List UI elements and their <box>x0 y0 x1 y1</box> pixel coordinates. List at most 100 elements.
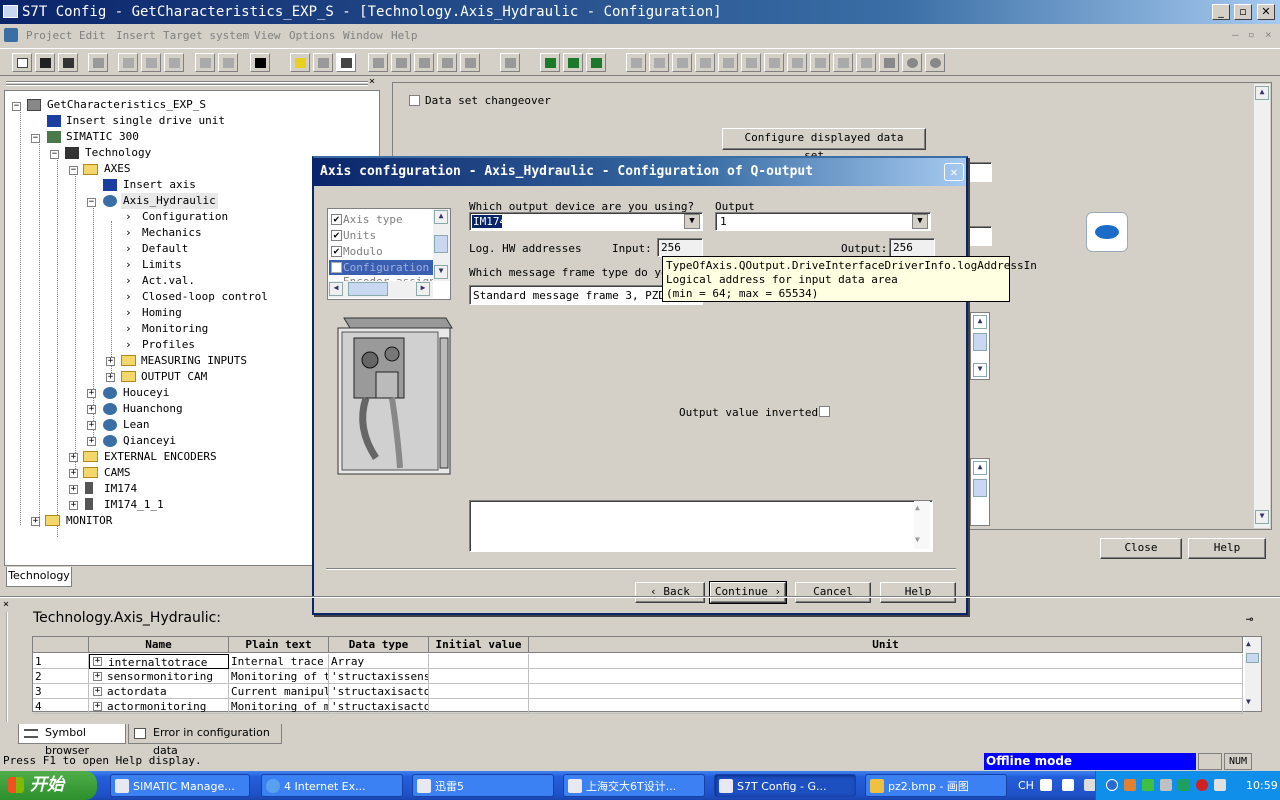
continue-button[interactable]: Continue › <box>709 581 787 604</box>
expand-toggle[interactable]: + <box>31 517 40 526</box>
record-icon-2[interactable] <box>925 53 945 72</box>
row-name[interactable]: actordata <box>89 684 229 699</box>
pin-icon[interactable]: ⊸ <box>1246 612 1253 626</box>
back-button[interactable]: ‹ Back <box>635 582 705 603</box>
dataset-changeover-checkbox[interactable] <box>409 95 420 106</box>
col-header-plain[interactable]: Plain text <box>229 637 329 653</box>
function-generator-icon[interactable] <box>586 53 606 72</box>
expand-toggle[interactable]: + <box>69 453 78 462</box>
tree-item-simatic300[interactable]: SIMATIC 300 <box>66 129 139 145</box>
tree-item-mechanics[interactable]: Mechanics <box>142 225 202 241</box>
tab-technology[interactable]: Technology <box>6 567 72 587</box>
tree-item-configuration[interactable]: Configuration <box>142 209 228 225</box>
row-name[interactable]: sensormonitoring <box>89 669 229 684</box>
tree-item-limits[interactable]: Limits <box>142 257 182 273</box>
tree-item-cams[interactable]: CAMS <box>104 465 131 481</box>
save-compile-icon[interactable] <box>58 53 78 72</box>
expand-row-icon[interactable]: + <box>93 687 102 696</box>
col-header-name[interactable]: Name <box>89 637 229 653</box>
language-indicator[interactable]: CH <box>1018 771 1034 800</box>
expand-toggle[interactable]: + <box>106 373 115 382</box>
menu-help[interactable]: Help <box>391 29 418 42</box>
tool-icon-4[interactable] <box>437 53 457 72</box>
axis-tool-icon-5[interactable] <box>718 53 738 72</box>
menu-options[interactable]: Options <box>289 29 335 42</box>
axis-tool-icon-2[interactable] <box>649 53 669 72</box>
tree-item-axis-hydraulic[interactable]: Axis_Hydraulic <box>121 193 218 209</box>
tool-icon-3[interactable] <box>414 53 434 72</box>
context-help-icon[interactable] <box>250 53 270 72</box>
chevron-down-icon[interactable]: ▼ <box>912 214 928 229</box>
close-button[interactable]: Close <box>1100 538 1182 559</box>
expand-toggle[interactable]: + <box>69 469 78 478</box>
output-inverted-checkbox[interactable] <box>819 406 830 417</box>
axis-tool-icon-7[interactable] <box>764 53 784 72</box>
scope-icon[interactable] <box>563 53 583 72</box>
copy-icon[interactable] <box>141 53 161 72</box>
task-sjtu-design[interactable]: 上海交大6T设计... <box>563 774 705 797</box>
axis-tool-icon-1[interactable] <box>626 53 646 72</box>
signal-icon[interactable] <box>1142 779 1154 791</box>
expand-toggle[interactable]: − <box>31 134 40 143</box>
volume-icon[interactable] <box>1214 779 1226 791</box>
input-address-field[interactable]: 256 <box>657 238 703 257</box>
step-configuration[interactable]: Configuration o <box>343 261 442 274</box>
keyboard-icon[interactable] <box>1040 779 1052 791</box>
tab-symbol-browser[interactable]: Symbol browser <box>18 724 126 757</box>
mdi-minimize-icon[interactable]: – <box>1232 28 1239 41</box>
tree-item-qianceyi[interactable]: Qianceyi <box>123 433 176 449</box>
tool-icon-2[interactable] <box>391 53 411 72</box>
axis-tool-icon-10[interactable] <box>833 53 853 72</box>
tab-config-errors[interactable]: Error in configuration data <box>128 724 282 757</box>
menu-edit[interactable]: Edit <box>79 29 106 42</box>
axis-tool-icon-9[interactable] <box>810 53 830 72</box>
arrow-left-icon[interactable] <box>1106 779 1118 791</box>
axis-tool-icon-6[interactable] <box>741 53 761 72</box>
maximize-button[interactable]: ▫ <box>1234 4 1252 20</box>
menu-target-system[interactable]: Target system <box>163 29 249 42</box>
task-s7t-config[interactable]: S7T Config - G... <box>714 774 856 797</box>
tree-item-im174[interactable]: IM174 <box>104 481 137 497</box>
window-title-bar[interactable]: S7T Config - GetCharacteristics_EXP_S - … <box>0 0 1280 24</box>
expand-toggle[interactable]: − <box>87 198 96 207</box>
tree-item-actval[interactable]: Act.val. <box>142 273 195 289</box>
row-name[interactable]: internaltotrace <box>89 654 229 669</box>
new-icon[interactable] <box>12 53 32 72</box>
minimize-button[interactable]: _ <box>1212 4 1230 20</box>
output-select[interactable]: 1 ▼ <box>715 212 931 231</box>
tool-icon-5[interactable] <box>460 53 480 72</box>
task-simatic-manager[interactable]: SIMATIC Manage... <box>110 774 250 797</box>
dialog-close-icon[interactable]: ✕ <box>944 163 964 181</box>
help-icon[interactable] <box>1062 779 1074 791</box>
table-scrollbar[interactable]: ▲ ▼ <box>1245 637 1261 711</box>
tree-item-homing[interactable]: Homing <box>142 305 182 321</box>
expand-row-icon[interactable]: + <box>93 702 102 711</box>
mdi-restore-icon[interactable]: ▫ <box>1248 28 1255 41</box>
expand-row-icon[interactable]: + <box>93 657 102 666</box>
tree-item-houceyi[interactable]: Houceyi <box>123 385 169 401</box>
axis-tool-icon-3[interactable] <box>672 53 692 72</box>
download-icon[interactable] <box>313 53 333 72</box>
network-icon[interactable] <box>1160 779 1172 791</box>
trace-icon[interactable] <box>540 53 560 72</box>
stop-icon[interactable] <box>879 53 899 72</box>
tree-item-measuring-inputs[interactable]: MEASURING INPUTS <box>141 353 247 369</box>
connect-target-icon[interactable] <box>336 53 356 72</box>
message-scrollbar[interactable]: ▲ ▼ <box>914 501 930 549</box>
expand-toggle[interactable]: + <box>87 405 96 414</box>
tree-item-monitoring[interactable]: Monitoring <box>142 321 208 337</box>
tree-item-default[interactable]: Default <box>142 241 188 257</box>
right-help-button[interactable]: Help <box>1188 538 1266 559</box>
task-paint[interactable]: pz2.bmp - 画图 <box>865 774 1007 797</box>
scrollbar[interactable]: ▲ ▼ <box>970 312 990 380</box>
output-device-select[interactable]: IM174 ▼ <box>469 212 703 231</box>
tree-item-technology[interactable]: Technology <box>85 145 151 161</box>
tree-item-insert-drive[interactable]: Insert single drive unit <box>66 113 225 129</box>
save-icon[interactable] <box>35 53 55 72</box>
expand-toggle[interactable]: − <box>69 166 78 175</box>
tree-item-external-encoders[interactable]: EXTERNAL ENCODERS <box>104 449 217 465</box>
expand-toggle[interactable]: − <box>12 102 21 111</box>
dialog-title-bar[interactable]: Axis configuration - Axis_Hydraulic - Co… <box>314 158 966 186</box>
step-list-hscroll[interactable]: ◀ ▶ <box>328 281 433 298</box>
col-header-unit[interactable]: Unit <box>529 637 1243 653</box>
